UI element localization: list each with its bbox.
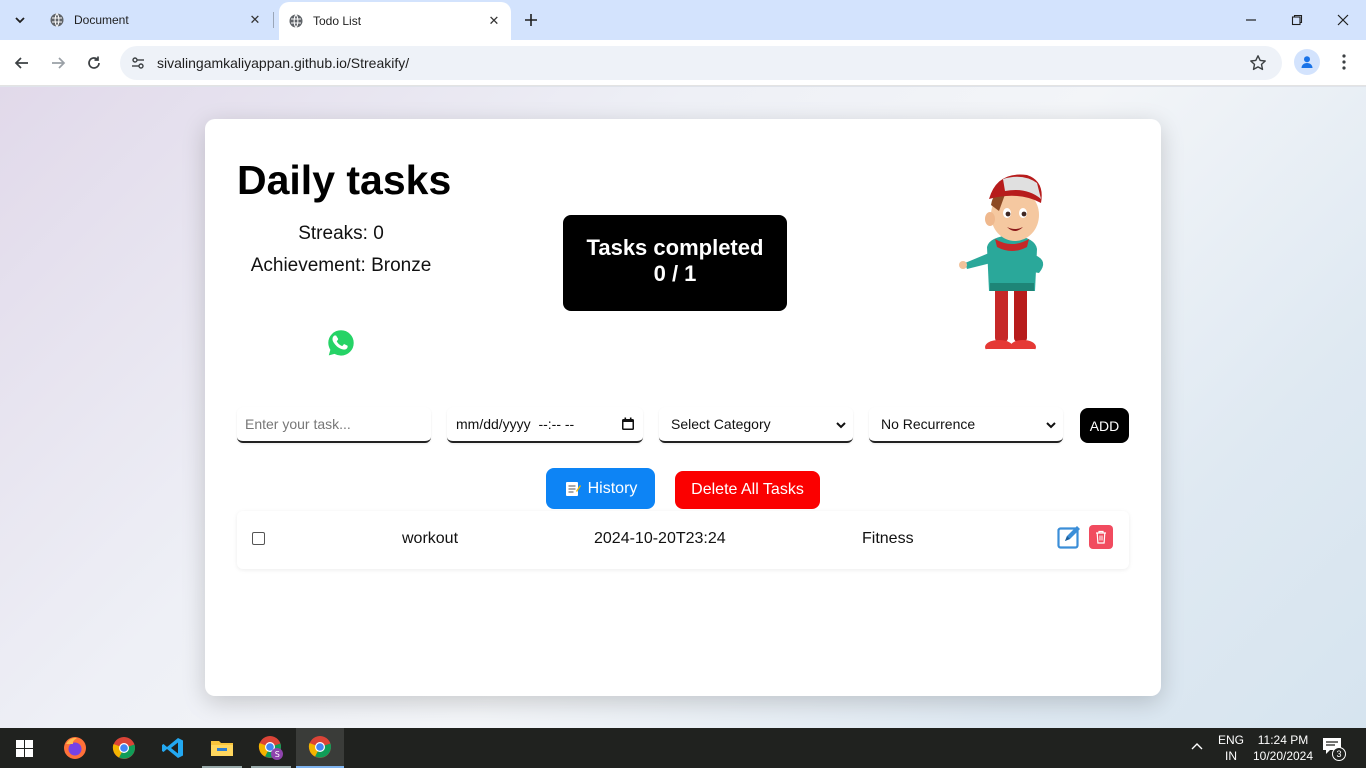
tab-document[interactable]: Document ✕ bbox=[40, 0, 272, 40]
taskbar-chrome-profile[interactable]: S bbox=[247, 728, 295, 768]
tab-search-button[interactable] bbox=[8, 8, 32, 32]
streaks-label: Streaks: 0 bbox=[298, 223, 384, 244]
reload-icon bbox=[88, 56, 100, 69]
whatsapp-icon[interactable] bbox=[325, 327, 357, 359]
history-label: History bbox=[587, 479, 638, 497]
bookmark-star-icon[interactable] bbox=[1248, 53, 1268, 73]
taskbar-chrome[interactable] bbox=[100, 728, 148, 768]
notification-center-button[interactable]: 3 bbox=[1322, 737, 1350, 761]
new-tab-button[interactable] bbox=[519, 8, 543, 32]
clock-time: 11:24 PM bbox=[1257, 733, 1309, 747]
minimize-icon bbox=[1246, 19, 1256, 21]
url-text: sivalingamkaliyappan.github.io/Streakify… bbox=[157, 55, 410, 71]
chrome-icon bbox=[112, 737, 135, 759]
globe-icon bbox=[288, 13, 304, 29]
taskbar-chrome-active[interactable] bbox=[296, 728, 344, 768]
calendar-icon[interactable] bbox=[621, 417, 635, 431]
person-icon bbox=[1301, 56, 1313, 68]
task-done-checkbox[interactable] bbox=[252, 532, 265, 545]
vscode-icon bbox=[162, 738, 183, 758]
task-category: Fitness bbox=[862, 530, 914, 547]
close-icon[interactable]: ✕ bbox=[246, 11, 264, 29]
trash-icon[interactable] bbox=[1089, 525, 1113, 549]
restore-icon bbox=[1291, 14, 1303, 26]
show-hidden-icons-button[interactable] bbox=[1190, 740, 1210, 756]
tab-title: Todo List bbox=[313, 14, 362, 28]
reload-button[interactable] bbox=[80, 49, 108, 77]
language-code: ENG bbox=[1217, 733, 1244, 747]
task-input[interactable]: Enter your task... bbox=[237, 407, 431, 443]
clock[interactable]: 11:24 PM 10/20/2024 bbox=[1248, 732, 1318, 764]
windows-logo-icon bbox=[15, 739, 33, 757]
taskbar-file-explorer[interactable] bbox=[198, 728, 246, 768]
plus-icon bbox=[525, 14, 537, 26]
todo-card: Daily tasks Streaks: 0 Achievement: Bron… bbox=[205, 119, 1161, 696]
achievement-label: Achievement: Bronze bbox=[250, 255, 432, 276]
profile-avatar-button[interactable] bbox=[1294, 49, 1320, 75]
close-icon bbox=[1337, 14, 1349, 26]
taskbar-vscode[interactable] bbox=[149, 728, 197, 768]
tab-title: Document bbox=[74, 13, 129, 27]
more-vertical-icon bbox=[1342, 54, 1346, 70]
start-button[interactable] bbox=[0, 728, 48, 768]
chrome-icon bbox=[308, 736, 331, 758]
arrow-right-icon bbox=[52, 57, 66, 69]
back-button[interactable] bbox=[8, 49, 36, 77]
task-due-date: 2024-10-20T23:24 bbox=[594, 530, 726, 547]
browser-tab-bar: Document ✕ Todo List ✕ bbox=[0, 0, 1366, 40]
tab-divider bbox=[273, 12, 274, 28]
restore-button[interactable] bbox=[1274, 0, 1320, 40]
browser-toolbar: sivalingamkaliyappan.github.io/Streakify… bbox=[0, 40, 1366, 86]
delete-all-tasks-button[interactable]: Delete All Tasks bbox=[675, 471, 820, 509]
browser-menu-button[interactable] bbox=[1332, 48, 1356, 76]
task-name: workout bbox=[402, 530, 459, 547]
task-input-placeholder: Enter your task... bbox=[245, 416, 351, 432]
chevron-up-icon bbox=[1191, 743, 1203, 750]
mascot-illustration bbox=[959, 174, 1044, 354]
globe-icon bbox=[49, 12, 65, 28]
add-task-button[interactable]: ADD bbox=[1080, 408, 1129, 443]
svg-text:S: S bbox=[275, 750, 280, 759]
chevron-down-icon bbox=[836, 422, 846, 429]
history-button[interactable]: History bbox=[546, 468, 655, 509]
page-title: Daily tasks bbox=[237, 157, 452, 203]
recurrence-select[interactable]: No Recurrence bbox=[869, 407, 1063, 443]
tab-todo-list[interactable]: Todo List ✕ bbox=[279, 2, 511, 40]
close-icon[interactable]: ✕ bbox=[485, 12, 503, 30]
folder-icon bbox=[211, 741, 233, 756]
arrow-left-icon bbox=[14, 57, 28, 69]
chrome-profile-icon: S bbox=[258, 736, 283, 760]
tasks-completed-title: Tasks completed bbox=[586, 235, 764, 260]
task-row: workout 2024-10-20T23:24 Fitness bbox=[237, 511, 1129, 569]
category-select[interactable]: Select Category bbox=[659, 407, 853, 443]
clock-date: 10/20/2024 bbox=[1252, 749, 1314, 763]
edit-icon[interactable] bbox=[1057, 525, 1081, 549]
address-bar[interactable]: sivalingamkaliyappan.github.io/Streakify… bbox=[120, 46, 1282, 80]
chevron-down-icon bbox=[1046, 422, 1056, 429]
site-info-icon[interactable] bbox=[128, 53, 148, 73]
minimize-button[interactable] bbox=[1228, 0, 1274, 40]
firefox-icon bbox=[64, 737, 86, 759]
tasks-completed-count: 0 / 1 bbox=[653, 261, 697, 286]
memo-icon bbox=[565, 481, 581, 496]
due-datetime-value: mm/dd/yyyy --:-- -- bbox=[456, 416, 575, 432]
category-selected-value: Select Category bbox=[671, 416, 771, 432]
notification-count-badge: 3 bbox=[1332, 747, 1346, 761]
close-window-button[interactable] bbox=[1320, 0, 1366, 40]
chevron-down-icon bbox=[15, 17, 25, 24]
due-datetime-input[interactable]: mm/dd/yyyy --:-- -- bbox=[447, 407, 643, 443]
windows-taskbar: S ENG IN 11:24 PM 10/20/2024 3 bbox=[0, 728, 1366, 768]
tasks-completed-panel: Tasks completed 0 / 1 bbox=[563, 215, 787, 311]
recurrence-selected-value: No Recurrence bbox=[881, 416, 976, 432]
language-indicator[interactable]: ENG IN bbox=[1214, 732, 1248, 764]
region-code: IN bbox=[1225, 749, 1237, 763]
forward-button[interactable] bbox=[44, 49, 72, 77]
page-viewport: Daily tasks Streaks: 0 Achievement: Bron… bbox=[0, 87, 1366, 728]
taskbar-firefox[interactable] bbox=[51, 728, 99, 768]
